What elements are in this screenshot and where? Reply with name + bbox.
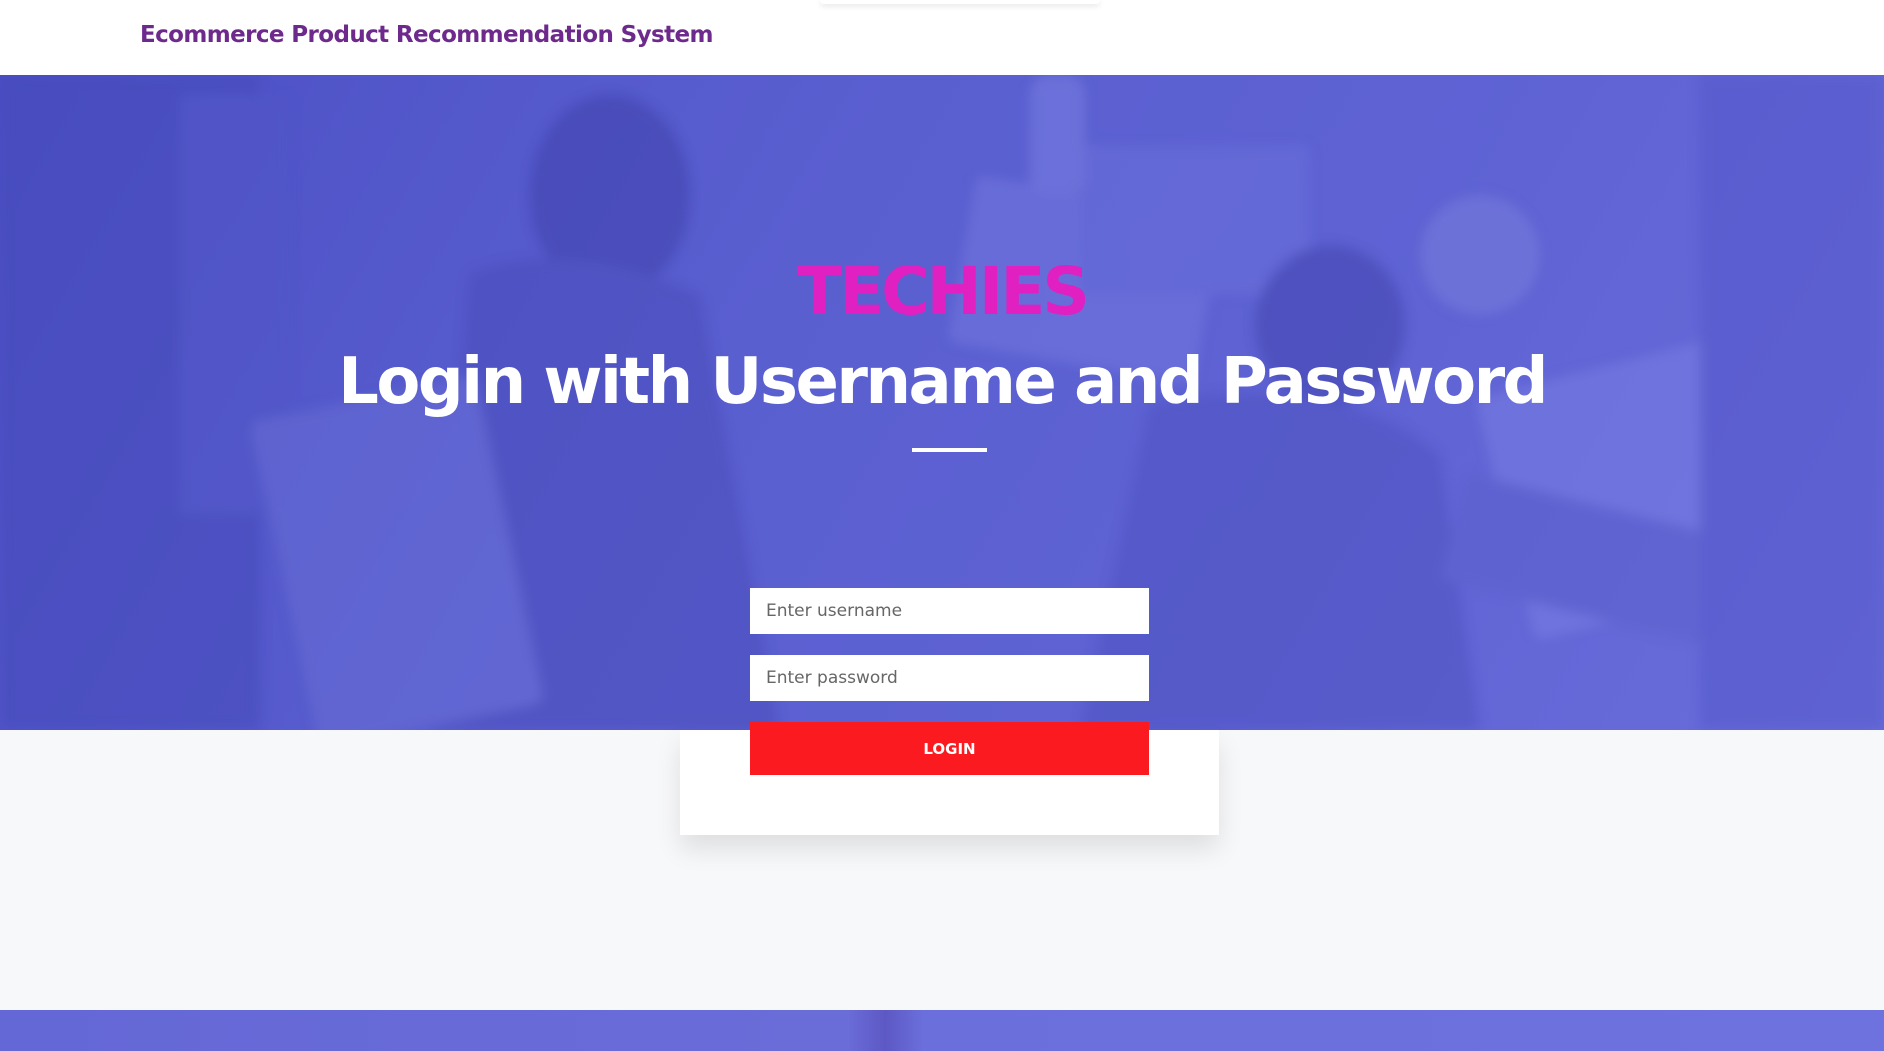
techies-heading: TECHIES [797, 253, 1090, 330]
nav-shadow-decoration [820, 0, 1100, 4]
title-divider [912, 448, 987, 452]
site-brand-link[interactable]: Ecommerce Product Recommendation System [140, 22, 713, 48]
page-title: Login with Username and Password [338, 345, 1548, 419]
username-input[interactable] [750, 588, 1149, 634]
navbar: Ecommerce Product Recommendation System [0, 0, 1884, 75]
login-button[interactable]: LOGIN [750, 722, 1149, 775]
password-input[interactable] [750, 655, 1149, 701]
footer-banner [0, 1010, 1884, 1051]
